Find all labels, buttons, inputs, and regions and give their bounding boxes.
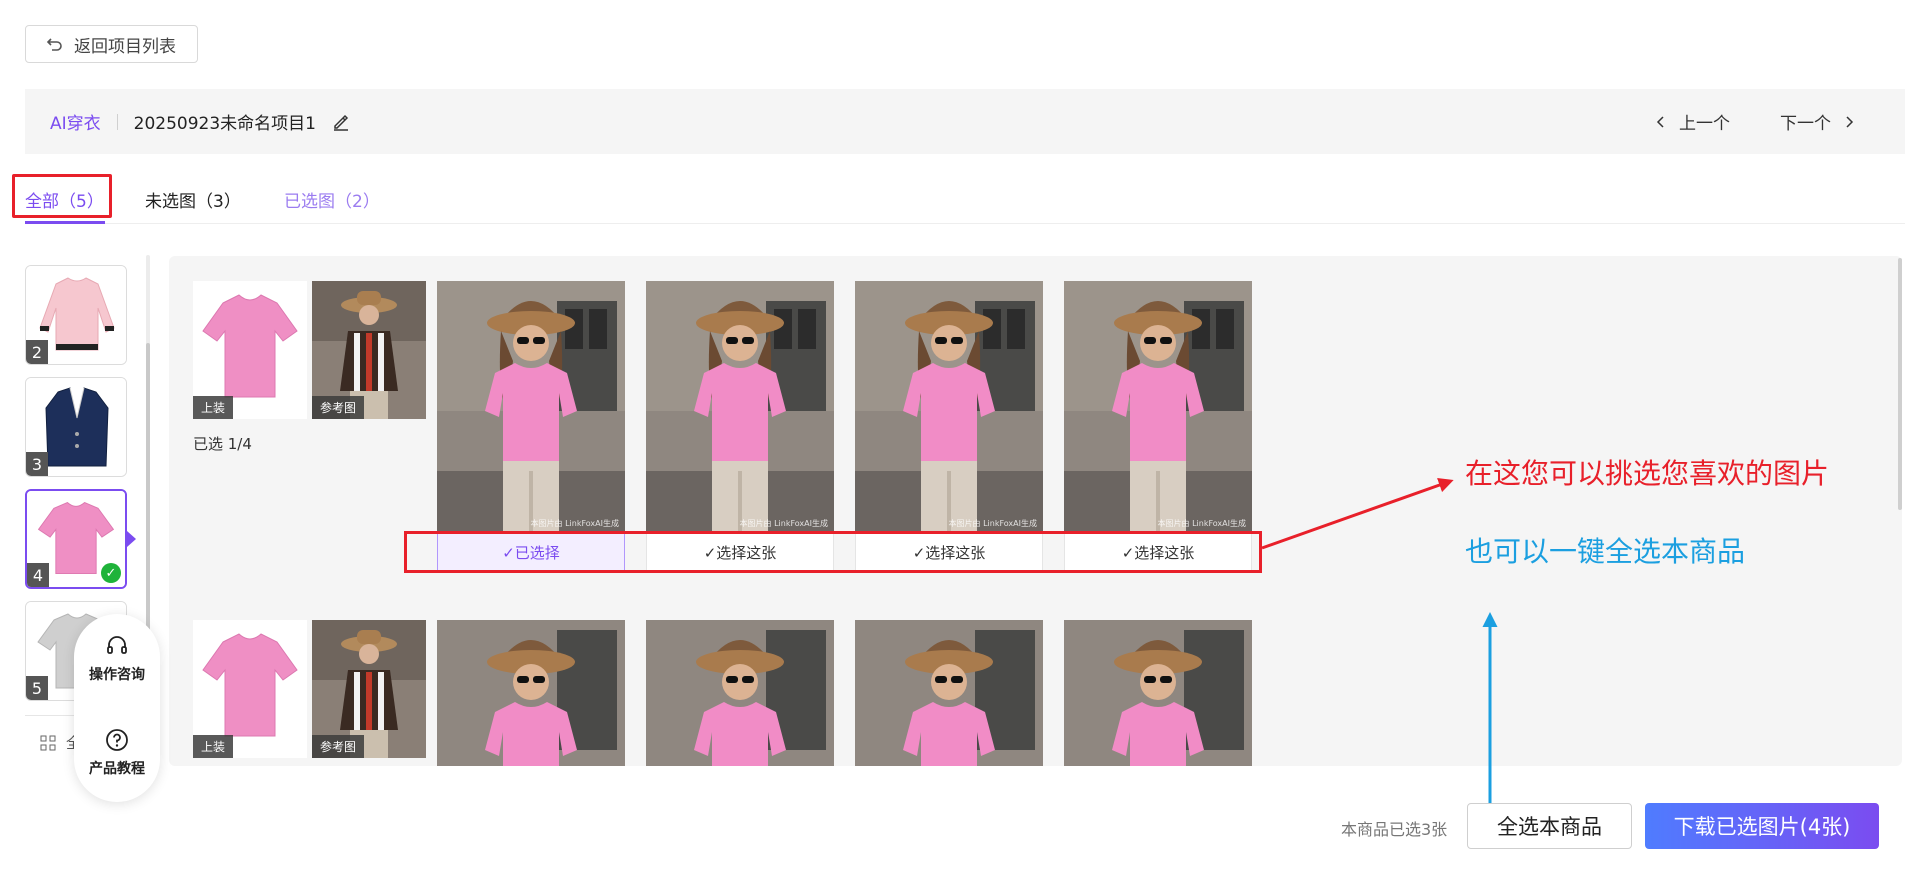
filter-tabs: 全部（5） 未选图（3） 已选图（2） — [25, 176, 1905, 224]
result-row: 上装 参考图 — [193, 620, 1253, 766]
result-image[interactable] — [646, 620, 834, 766]
checkmark-icon: ✓ — [101, 563, 121, 583]
row-selected-count: 已选 1/4 — [193, 435, 252, 453]
tutorial-button[interactable]: 产品教程 — [74, 728, 160, 778]
reference-tag: 参考图 — [312, 735, 365, 758]
watermark: 本图片由 LinkFoxAI生成 — [530, 519, 619, 528]
thumbnail-scrollbar-thumb[interactable] — [146, 343, 150, 643]
select-all-button[interactable]: 全选本商品 — [1467, 803, 1632, 849]
annotation-select-all-hint: 也可以一键全选本商品 — [1465, 535, 1746, 568]
thumbnail-number: 4 — [27, 563, 49, 587]
thumbnail-number: 3 — [26, 452, 48, 476]
chevron-right-icon — [1846, 115, 1854, 128]
active-tab-underline — [25, 221, 105, 224]
reference-tag: 参考图 — [312, 396, 365, 419]
garment-source-image[interactable]: 上装 — [193, 281, 307, 419]
prev-label: 上一个 — [1679, 114, 1730, 134]
consult-label: 操作咨询 — [89, 667, 145, 683]
generated-model-image — [646, 620, 834, 766]
active-thumbnail-pointer — [127, 531, 136, 547]
generated-model-image — [1064, 620, 1252, 766]
watermark: 本图片由 LinkFoxAI生成 — [739, 519, 828, 528]
next-project-button[interactable]: 下一个 — [1780, 89, 1855, 154]
chevron-left-icon — [1656, 115, 1664, 128]
garment-tag: 上装 — [193, 396, 234, 419]
garment-tag: 上装 — [193, 735, 234, 758]
breadcrumb-divider — [116, 113, 118, 130]
selected-count-text: 本商品已选3张 — [1341, 820, 1448, 839]
prev-project-button[interactable]: 上一个 — [1655, 89, 1730, 154]
undo-icon — [46, 38, 62, 51]
tab-unselected[interactable]: 未选图（3） — [145, 176, 241, 222]
download-selected-button[interactable]: 下载已选图片(4张) — [1645, 803, 1879, 849]
grid-icon — [40, 735, 56, 750]
result-image[interactable]: 本图片由 LinkFoxAI生成 — [1064, 281, 1252, 533]
result-image[interactable] — [1064, 620, 1252, 766]
annotation-select-hint: 在这您可以挑选您喜欢的图片 — [1465, 457, 1830, 490]
results-scrollbar[interactable] — [1898, 258, 1902, 510]
project-header: AI穿衣 20250923未命名项目1 上一个 下一个 — [25, 89, 1905, 154]
back-button-label: 返回项目列表 — [74, 36, 176, 57]
consult-button[interactable]: 操作咨询 — [74, 634, 160, 684]
back-to-projects-button[interactable]: 返回项目列表 — [25, 25, 198, 63]
tutorial-label: 产品教程 — [89, 761, 145, 777]
generated-model-image — [437, 281, 625, 533]
garment-thumbnail[interactable]: 2 — [25, 265, 127, 365]
tab-annotation-box — [12, 174, 112, 218]
result-image[interactable]: 本图片由 LinkFoxAI生成 — [855, 281, 1043, 533]
results-panel: 上装 参考图 已选 1/4 本图片由 LinkFoxAI生成 ✓已选择 本图片由… — [169, 256, 1902, 766]
generated-model-image — [437, 620, 625, 766]
thumbnail-number: 5 — [26, 676, 48, 700]
reference-image[interactable]: 参考图 — [312, 281, 426, 419]
project-name: 20250923未命名项目1 — [133, 114, 316, 134]
floating-help-widget: 操作咨询 产品教程 — [74, 614, 160, 802]
result-image[interactable]: 本图片由 LinkFoxAI生成 — [646, 281, 834, 533]
watermark: 本图片由 LinkFoxAI生成 — [948, 519, 1037, 528]
generated-model-image — [855, 620, 1043, 766]
watermark: 本图片由 LinkFoxAI生成 — [1157, 519, 1246, 528]
breadcrumb-ai-dress[interactable]: AI穿衣 — [50, 109, 101, 134]
result-row: 上装 参考图 已选 1/4 本图片由 LinkFoxAI生成 ✓已选择 本图片由… — [193, 281, 1253, 571]
result-image[interactable] — [855, 620, 1043, 766]
garment-thumbnail-active[interactable]: 4 ✓ — [25, 489, 127, 589]
result-image[interactable]: 本图片由 LinkFoxAI生成 — [437, 281, 625, 533]
garment-thumbnail[interactable]: 3 — [25, 377, 127, 477]
reference-image[interactable]: 参考图 — [312, 620, 426, 758]
tab-selected[interactable]: 已选图（2） — [284, 176, 380, 222]
garment-source-image[interactable]: 上装 — [193, 620, 307, 758]
select-buttons-annotation-box — [404, 531, 1262, 573]
edit-icon[interactable] — [332, 113, 350, 131]
generated-model-image — [855, 281, 1043, 533]
help-circle-icon — [106, 729, 128, 751]
headset-icon — [107, 636, 127, 654]
generated-model-image — [646, 281, 834, 533]
result-image[interactable] — [437, 620, 625, 766]
thumbnail-number: 2 — [26, 340, 48, 364]
generated-model-image — [1064, 281, 1252, 533]
next-label: 下一个 — [1780, 114, 1831, 134]
